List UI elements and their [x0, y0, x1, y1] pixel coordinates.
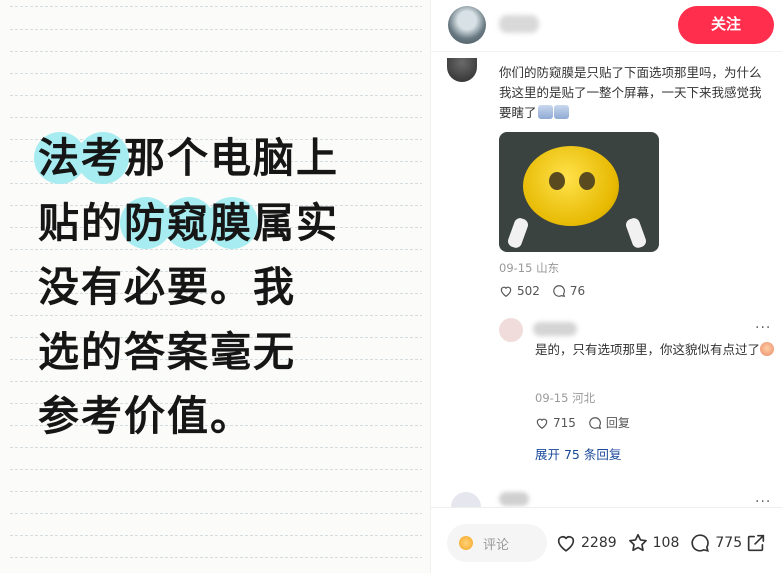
sticker-eye: [549, 172, 565, 190]
heart-icon: [557, 535, 575, 552]
highlighted-phrase: 法考: [34, 126, 129, 191]
commenter-avatar[interactable]: [447, 58, 477, 82]
reply-reply-button[interactable]: 回复: [588, 414, 630, 431]
expand-replies-link[interactable]: 展开 75 条回复: [535, 444, 621, 463]
reply-like-count: 715: [553, 415, 576, 430]
comment-panel: 关注 你们的防窥膜是只贴了下面选项那里吗，为什么我这里的是贴了一整个屏幕，一天下…: [430, 0, 782, 573]
next-commenter-avatar[interactable]: [451, 492, 481, 507]
reply-text: 是的，只有选项那里，你这貌似有点过了: [535, 340, 775, 360]
share-icon[interactable]: [745, 532, 767, 554]
chat-bubble-icon: [691, 534, 710, 552]
author-header: 关注: [431, 0, 782, 52]
reply-avatar[interactable]: [499, 318, 523, 342]
image-text-line: 没有必要。我: [38, 263, 296, 311]
reply-more-icon[interactable]: ···: [755, 320, 771, 336]
chat-bubble-icon: [589, 416, 601, 429]
image-text-line: 参考价值。: [38, 392, 253, 440]
comment-like-count: 502: [517, 284, 540, 298]
emoji-icon: [553, 105, 569, 119]
comment-date-location: 09-15 山东: [499, 261, 560, 275]
comment-text: 你们的防窥膜是只贴了下面选项那里吗，为什么我这里的是贴了一整个屏幕，一天下来我感…: [499, 65, 762, 120]
engagement-bar: 评论 2289 108 775: [431, 507, 782, 573]
image-text-line: 法考那个电脑上: [34, 126, 408, 191]
star-icon: [628, 533, 647, 552]
image-text-line: 选的答案毫无: [38, 327, 296, 376]
reply-actions: 715 回复: [535, 414, 630, 431]
left-margin: [0, 0, 8, 573]
author-avatar[interactable]: [448, 6, 486, 44]
next-comment-more-icon[interactable]: ···: [755, 494, 771, 507]
emoji-icon: [760, 342, 775, 356]
author-name-blurred[interactable]: [499, 15, 539, 33]
collect-count: 108: [652, 535, 680, 551]
reply-author-name-blurred[interactable]: [533, 322, 577, 336]
like-count: 2289: [581, 535, 617, 551]
comment-list: 你们的防窥膜是只贴了下面选项那里吗，为什么我这里的是贴了一整个屏幕，一天下来我感…: [431, 52, 782, 507]
next-commenter-name-blurred[interactable]: [499, 492, 529, 506]
comment-image-sticker[interactable]: [499, 132, 659, 252]
comment-reply-count: 76: [569, 284, 586, 298]
smiley-sticker: [523, 146, 619, 226]
comment-input[interactable]: 评论: [447, 524, 547, 562]
image-text-line: 贴的 防窥膜属实: [38, 191, 408, 256]
comment-input-placeholder: 评论: [483, 537, 510, 553]
right-margin: [422, 0, 430, 573]
like-button[interactable]: 2289: [555, 532, 617, 554]
pen-icon: [459, 536, 473, 550]
comment-like-button[interactable]: 502: [499, 284, 540, 298]
collect-button[interactable]: 108: [627, 532, 680, 554]
reply-date-location: 09-15 河北: [535, 391, 596, 405]
heart-icon: [500, 286, 512, 297]
comment-reply-button[interactable]: 76: [552, 284, 585, 298]
reply-reply-label: 回复: [605, 416, 630, 430]
heart-icon: [536, 418, 548, 429]
highlighted-phrase: 防窥膜: [120, 191, 258, 256]
comment-count: 775: [715, 535, 743, 551]
follow-button[interactable]: 关注: [678, 6, 774, 44]
chat-bubble-icon: [553, 285, 565, 298]
engagement-stats: 2289 108 775: [555, 532, 752, 554]
emoji-icon: [537, 105, 553, 119]
post-image-text: 法考那个电脑上 贴的 防窥膜属实没有必要。我 选的答案毫无 参考价值。: [34, 126, 408, 449]
comment-actions: 502 76: [499, 284, 585, 298]
comment-count-button[interactable]: 775: [689, 532, 742, 554]
reply-like-button[interactable]: 715: [535, 416, 576, 430]
sticker-hand: [624, 216, 648, 250]
sticker-hand: [506, 216, 530, 250]
sticker-eye: [579, 172, 595, 190]
post-image: 法考那个电脑上 贴的 防窥膜属实没有必要。我 选的答案毫无 参考价值。: [0, 0, 430, 573]
